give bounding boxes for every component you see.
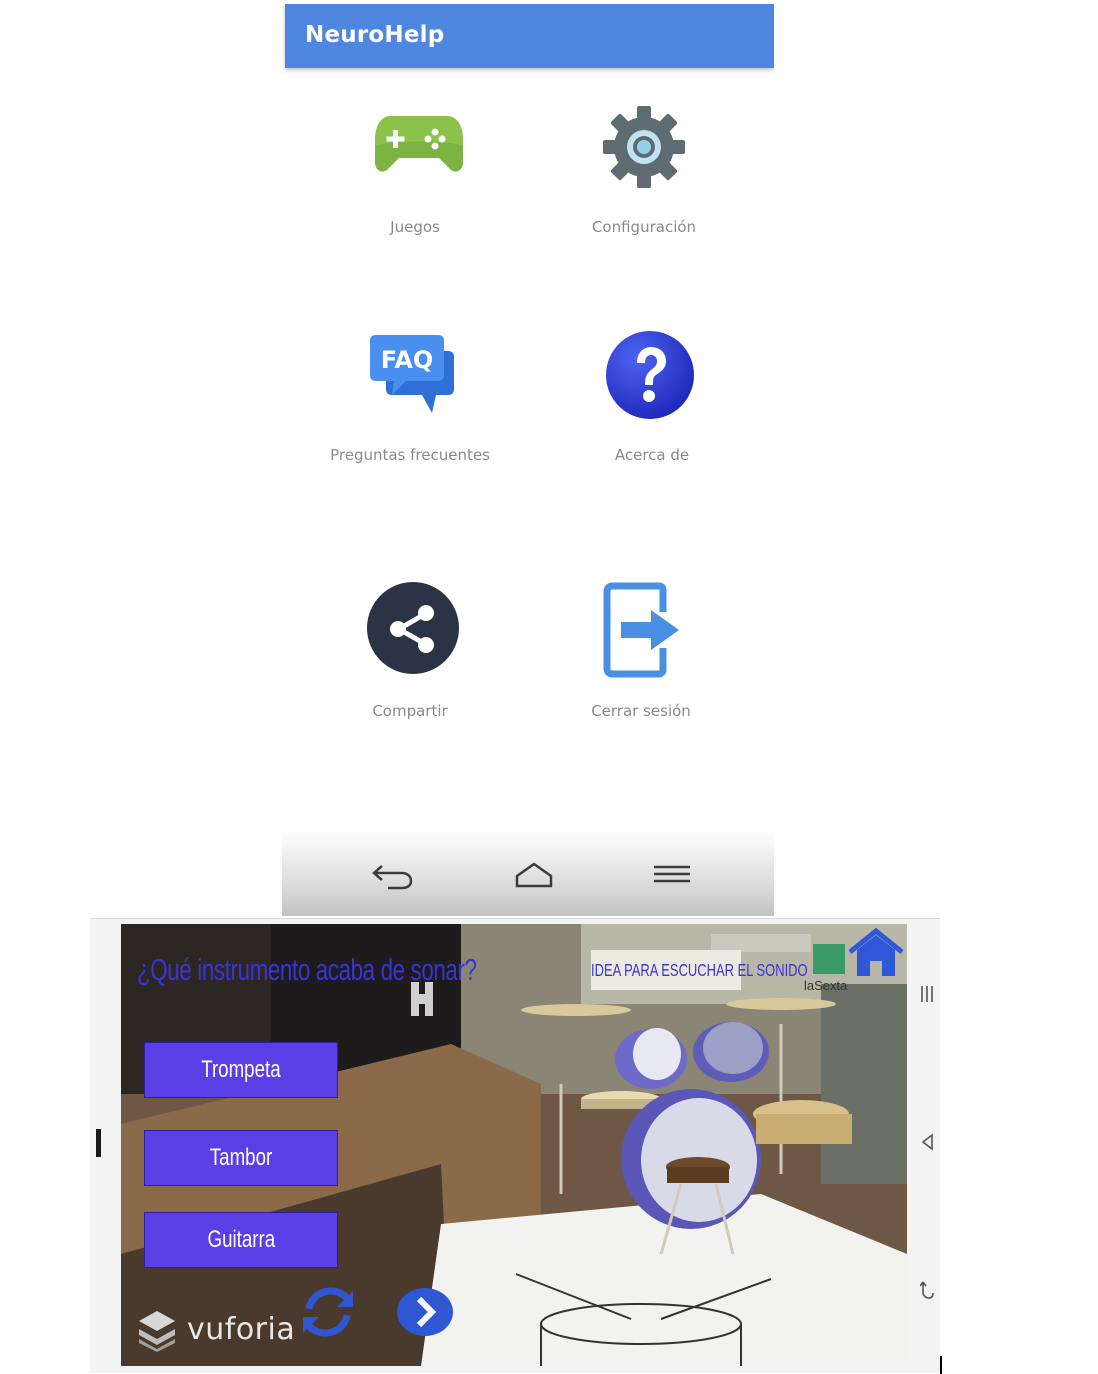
menu-item-cerrar-sesion[interactable]: Cerrar sesión [521, 580, 761, 720]
app-title: NeuroHelp [305, 22, 445, 48]
question-text: ¿Qué instrumento acaba de sonar? [137, 952, 477, 987]
background-banner-text: IDEA PARA ESCUCHAR EL SONIDO [591, 961, 808, 981]
refresh-icon[interactable] [301, 1287, 355, 1337]
menu-item-configuracion[interactable]: Configuración [524, 104, 764, 244]
landscape-home-icon[interactable] [914, 1133, 940, 1156]
menu-item-acerca-de[interactable]: Acerca de [532, 329, 772, 469]
vuforia-logo: vuforia [135, 1309, 295, 1358]
app-bar: NeuroHelp [285, 4, 774, 68]
ar-camera-view: IDEA PARA ESCUCHAR EL SONIDO laSexta ¿Qu… [121, 924, 907, 1366]
menu-icon[interactable] [652, 860, 692, 890]
gear-icon [603, 106, 685, 188]
gamepad-icon [375, 116, 463, 172]
answer-label-guitarra: Guitarra [207, 1226, 275, 1253]
menu-label-cerrar-sesion: Cerrar sesión [591, 702, 691, 720]
vuforia-brand-text: vuforia [187, 1312, 296, 1347]
neurohelp-phone-screen: NeuroHelp Juegos Configuración FAQ Pregu… [282, 4, 774, 916]
answer-button-trompeta[interactable]: Trompeta [144, 1042, 338, 1098]
menu-label-compartir: Compartir [372, 702, 448, 720]
menu-item-juegos[interactable]: Juegos [295, 104, 535, 244]
android-navigation-bar [282, 830, 774, 916]
text-cursor-mark [940, 1356, 942, 1374]
svg-text:FAQ: FAQ [381, 346, 434, 374]
menu-label-configuracion: Configuración [591, 218, 697, 236]
faq-icon: FAQ [370, 335, 454, 413]
menu-item-compartir[interactable]: Compartir [290, 580, 530, 720]
answer-label-trompeta: Trompeta [201, 1056, 281, 1083]
lasexta-sign-text: laSexta [804, 978, 848, 993]
menu-label-preguntas-frecuentes: Preguntas frecuentes [330, 446, 490, 464]
answer-label-tambor: Tambor [209, 1144, 273, 1171]
share-icon [367, 582, 459, 674]
menu-item-preguntas-frecuentes[interactable]: FAQ Preguntas frecuentes [290, 329, 530, 469]
vuforia-mark-icon [139, 1311, 175, 1352]
menu-label-acerca-de: Acerca de [614, 446, 690, 464]
landscape-recents-icon[interactable] [914, 985, 940, 1008]
answer-button-guitarra[interactable]: Guitarra [144, 1212, 338, 1268]
landscape-back-icon[interactable] [914, 1280, 940, 1305]
home-icon[interactable] [514, 860, 554, 890]
help-icon [606, 331, 694, 419]
menu-label-juegos: Juegos [390, 218, 440, 236]
volume-button-marker [96, 1129, 101, 1157]
answer-button-tambor[interactable]: Tambor [144, 1130, 338, 1186]
home-button-icon[interactable] [847, 928, 905, 978]
back-icon[interactable] [370, 860, 414, 890]
next-button-icon[interactable] [396, 1287, 454, 1337]
logout-icon [603, 582, 679, 678]
